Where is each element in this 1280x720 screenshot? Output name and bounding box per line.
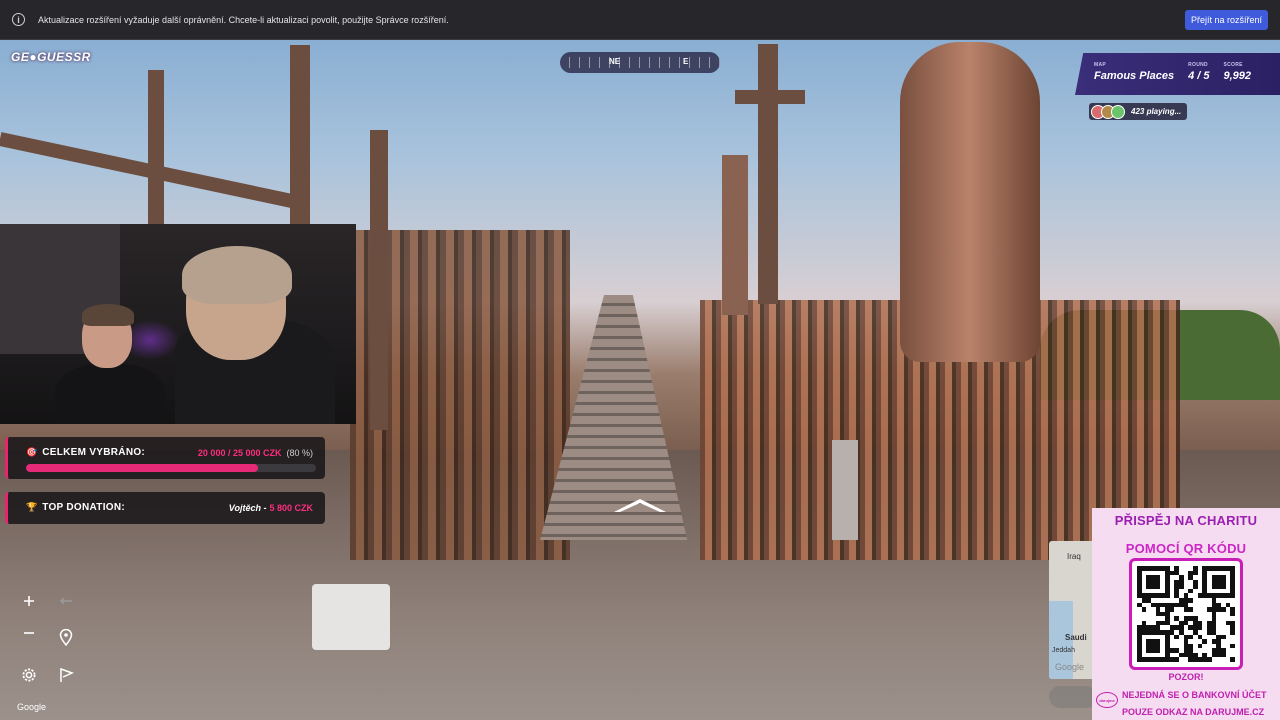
donation-top-widget: 🏆 TOP DONATION: Vojtěch - 5 800 CZK — [5, 492, 325, 524]
guess-button[interactable] — [1049, 686, 1097, 708]
cross-pole — [148, 70, 164, 230]
zoom-out-button[interactable] — [17, 621, 41, 645]
donation-progress-fill — [26, 464, 258, 472]
avatar — [1111, 104, 1125, 119]
game-status-panel: MAP Famous Places ROUND 4 / 5 SCORE 9,99… — [1075, 53, 1280, 95]
donation-total-title: CELKEM VYBRÁNO: — [42, 447, 146, 458]
plus-icon — [24, 596, 34, 606]
status-map-key: MAP — [1094, 62, 1107, 68]
charity-note-2: POUZE ODKAZ NA DARUJME.CZ — [1122, 707, 1265, 717]
status-round: ROUND 4 / 5 — [1188, 62, 1209, 95]
minimap-label-iraq: Iraq — [1067, 552, 1081, 561]
darujme-logo: darujme — [1096, 692, 1118, 708]
webcam-person-left-body — [55, 364, 165, 424]
donation-top-title: TOP DONATION: — [42, 502, 126, 513]
flag-icon — [59, 667, 74, 682]
go-to-extensions-button[interactable]: Přejít na rozšíření — [1184, 9, 1268, 30]
notification-text: Aktualizace rozšíření vyžaduje další opr… — [38, 14, 449, 25]
info-circle-icon: i — [12, 13, 25, 26]
charity-note-1: NEJEDNÁ SE O BANKOVNÍ ÚČET — [1122, 690, 1267, 700]
status-score-value: 9,992 — [1223, 70, 1252, 82]
geoguessr-logo[interactable]: GE●GUESSR — [11, 50, 91, 64]
qr-code-pattern — [1137, 566, 1235, 662]
cross-pole — [758, 44, 778, 304]
charity-warning: POZOR! — [1168, 672, 1204, 682]
donation-total-percent: (80 %) — [286, 447, 313, 458]
webcam-person-right-hair — [182, 246, 292, 304]
status-map: MAP Famous Places — [1094, 62, 1174, 95]
map-pin-icon — [59, 628, 73, 646]
players-online-badge[interactable]: 423 playing... — [1089, 103, 1188, 120]
status-map-value: Famous Places — [1094, 70, 1175, 82]
donation-progress-track — [26, 464, 316, 472]
players-online-text: 423 playing... — [1131, 107, 1182, 116]
settings-button[interactable] — [17, 663, 41, 687]
google-watermark: Google — [17, 702, 47, 712]
white-box — [312, 584, 390, 650]
donation-top-donor: Vojtěch - — [228, 502, 267, 513]
trophy-icon: 🏆 — [26, 502, 38, 512]
minimap-label-google: Google — [1055, 662, 1085, 672]
minus-icon — [24, 632, 34, 634]
donation-top-row: 🏆 TOP DONATION: Vojtěch - 5 800 CZK — [26, 502, 313, 513]
cross-pole — [290, 45, 310, 235]
compass-ticks — [560, 57, 720, 68]
wooden-statue — [900, 42, 1040, 362]
zoom-in-button[interactable] — [17, 589, 41, 613]
status-score-key: SCORE — [1223, 62, 1243, 68]
charity-qr-code[interactable] — [1129, 558, 1243, 670]
minimap-label-saudi: Saudi — [1065, 633, 1087, 642]
webcam-overlay — [0, 224, 356, 424]
undo-arrow-icon — [60, 597, 72, 605]
charity-subheadline: POMOCÍ QR KÓDU — [1125, 541, 1247, 556]
gear-icon — [22, 668, 36, 682]
compass-label-e: E — [683, 57, 689, 66]
status-score: SCORE 9,992 — [1224, 62, 1252, 95]
move-forward-arrow-icon[interactable] — [612, 496, 668, 514]
minimap-label-jeddah: Jeddah — [1052, 647, 1075, 654]
qr-module — [1230, 657, 1235, 662]
compass-label-ne: NE — [609, 57, 621, 66]
cross-pole — [722, 155, 748, 315]
donation-total-widget: 🎯 CELKEM VYBRÁNO: 20 000 / 25 000 CZK (8… — [5, 437, 325, 479]
undo-button[interactable] — [54, 589, 78, 613]
cross-beam — [735, 90, 805, 104]
return-to-start-button[interactable] — [54, 625, 78, 649]
charity-panel: PŘISPĚJ NA CHARITU POMOCÍ QR KÓDU POZOR!… — [1092, 508, 1280, 720]
donation-total-row: 🎯 CELKEM VYBRÁNO: 20 000 / 25 000 CZK (8… — [26, 447, 313, 458]
cross-pole — [370, 130, 388, 430]
donation-top-amount: 5 800 CZK — [269, 502, 313, 513]
status-round-value: 4 / 5 — [1188, 70, 1210, 82]
flag-button[interactable] — [54, 663, 78, 687]
stone-post — [832, 440, 858, 540]
charity-headline: PŘISPĚJ NA CHARITU — [1114, 513, 1258, 528]
compass: NE E — [560, 52, 720, 73]
webcam-person-left-hair — [82, 304, 134, 326]
target-icon: 🎯 — [26, 447, 38, 457]
extension-notification-bar: i Aktualizace rozšíření vyžaduje další o… — [0, 0, 1280, 40]
donation-total-amount: 20 000 / 25 000 CZK — [197, 447, 282, 458]
status-round-key: ROUND — [1188, 62, 1208, 68]
